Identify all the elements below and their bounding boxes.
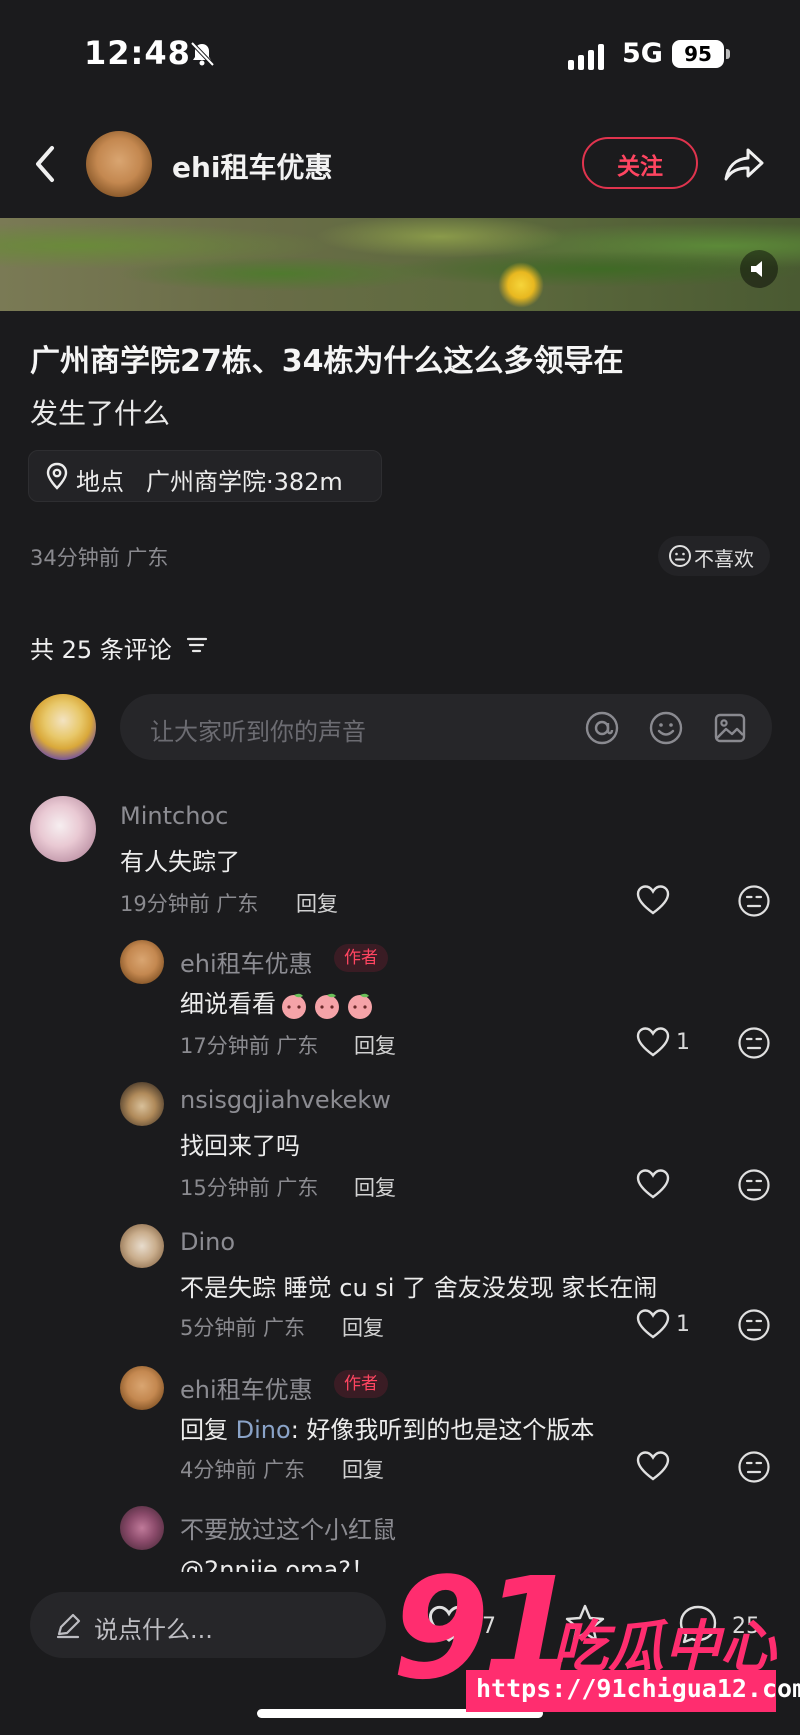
reply-button[interactable]: 回复 (342, 1312, 384, 1342)
post-image[interactable] (0, 218, 800, 311)
like-count: 1 (676, 1030, 690, 1055)
reply-prefix: 回复 (180, 1416, 236, 1444)
dislike-comment-icon[interactable] (737, 1308, 771, 1342)
share-icon[interactable] (722, 142, 766, 186)
pencil-icon (56, 1613, 81, 1639)
reply-text: 找回来了吗 (180, 1132, 300, 1160)
like-icon[interactable] (636, 1026, 670, 1058)
reply-text-content: 细说看看 (180, 990, 276, 1018)
author-badge: 作者 (334, 1370, 388, 1398)
image-upload-icon[interactable] (712, 710, 748, 746)
reply-avatar[interactable] (120, 1506, 164, 1550)
at-mention-icon[interactable] (584, 710, 620, 746)
author-name[interactable]: ehi租车优惠 (172, 146, 333, 186)
location-value: 广州商学院·382m (146, 468, 343, 496)
like-icon[interactable] (636, 1450, 670, 1482)
like-icon[interactable] (636, 1168, 670, 1200)
back-icon[interactable] (28, 142, 62, 186)
reply-time: 5分钟前 广东 (180, 1316, 306, 1340)
dislike-comment-icon[interactable] (737, 884, 771, 918)
reply-author[interactable]: ehi租车优惠 (180, 1370, 313, 1405)
author-avatar[interactable] (86, 131, 152, 197)
post-image-flower (498, 262, 544, 308)
mute-button[interactable] (740, 250, 778, 288)
emoji-icon[interactable] (648, 710, 684, 746)
like-icon[interactable] (636, 1308, 670, 1340)
like-icon[interactable] (636, 884, 670, 916)
reply-text: 回复 Dino: 好像我听到的也是这个版本 (180, 1410, 594, 1445)
network-type: 5G (622, 38, 663, 69)
reply-author[interactable]: 不要放过这个小红鼠 (180, 1510, 396, 1545)
author-badge: 作者 (334, 944, 388, 972)
reply-text: 不是失踪 睡觉 cu si 了 舍友没发现 家长在闹 (180, 1274, 658, 1302)
comment-input-placeholder[interactable]: 让大家听到你的声音 (150, 712, 366, 747)
comment-author[interactable]: Mintchoc (120, 802, 228, 830)
reply-time: 4分钟前 广东 (180, 1458, 306, 1482)
battery-tip (726, 49, 730, 59)
reply-text: 细说看看 (180, 984, 375, 1020)
reply-avatar[interactable] (120, 940, 164, 984)
comment-time: 19分钟前 广东 (120, 892, 259, 916)
reply-avatar[interactable] (120, 1224, 164, 1268)
meh-face-icon (669, 545, 691, 567)
reply-body: : 好像我听到的也是这个版本 (290, 1416, 595, 1444)
peach-emoji-icon (282, 993, 306, 1019)
peach-emoji-icon (315, 993, 339, 1019)
comment-text: 有人失踪了 (120, 848, 240, 876)
comment-count: 共 25 条评论 (30, 636, 172, 664)
reply-button[interactable]: 回复 (342, 1454, 384, 1484)
reply-time: 17分钟前 广东 (180, 1034, 319, 1058)
post-timestamp: 34分钟前 广东 (30, 546, 169, 570)
location-label: 地点 (76, 468, 124, 496)
reply-time: 15分钟前 广东 (180, 1176, 319, 1200)
user-avatar[interactable] (30, 694, 96, 760)
reply-button[interactable]: 回复 (354, 1030, 396, 1060)
post-title: 广州商学院27栋、34栋为什么这么多领导在 (30, 344, 624, 379)
dislike-comment-icon[interactable] (737, 1026, 771, 1060)
reply-avatar[interactable] (120, 1366, 164, 1410)
like-count: 1 (676, 1312, 690, 1337)
signal-icon (568, 44, 604, 70)
post-subtitle: 发生了什么 (30, 397, 171, 430)
comment-avatar[interactable] (30, 796, 96, 862)
battery-indicator: 95 (672, 40, 724, 68)
dislike-label[interactable]: 不喜欢 (694, 543, 754, 572)
peach-emoji-icon (348, 993, 372, 1019)
bottom-input-placeholder[interactable]: 说点什么... (94, 1610, 213, 1645)
dislike-comment-icon[interactable] (737, 1450, 771, 1484)
reply-button[interactable]: 回复 (354, 1172, 396, 1202)
dislike-comment-icon[interactable] (737, 1168, 771, 1202)
location-pin-icon (46, 462, 68, 490)
bell-off-icon (190, 41, 215, 67)
reply-author[interactable]: Dino (180, 1228, 235, 1256)
speaker-icon (751, 261, 762, 277)
sort-icon[interactable] (186, 636, 208, 654)
watermark-url: https://91chigua12.com (476, 1674, 800, 1703)
reply-author[interactable]: nsisgqjiahvekekw (180, 1086, 391, 1114)
reply-button[interactable]: 回复 (296, 888, 338, 918)
reply-avatar[interactable] (120, 1082, 164, 1126)
status-time: 12:48 (84, 34, 191, 72)
reply-author[interactable]: ehi租车优惠 (180, 944, 313, 979)
follow-button[interactable]: 关注 (582, 137, 698, 189)
mention-link[interactable]: Dino (236, 1416, 291, 1444)
